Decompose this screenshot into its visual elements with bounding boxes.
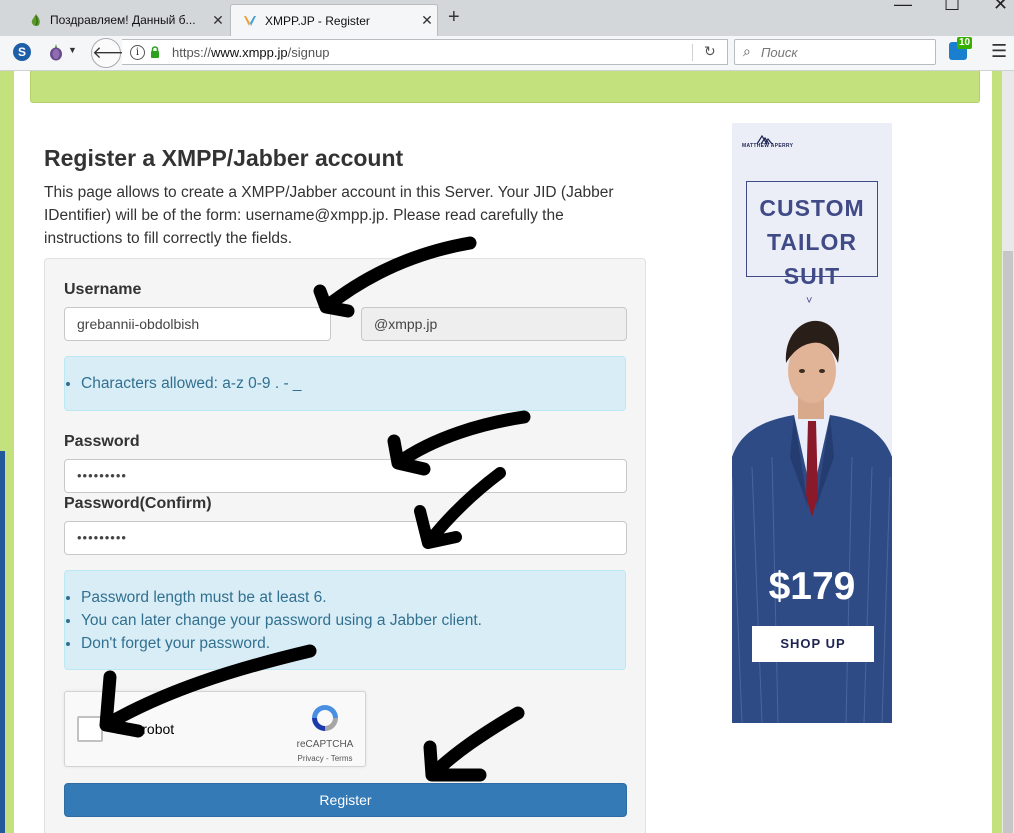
recaptcha-links[interactable]: Privacy - Terms <box>285 754 365 763</box>
minimize-icon[interactable]: — <box>894 0 912 15</box>
tab-close-icon[interactable]: ✕ <box>208 12 228 29</box>
xmpp-tab-icon <box>244 15 256 26</box>
username-input[interactable]: grebannii-obdolbish <box>64 307 331 341</box>
url-bar[interactable]: i https://www.xmpp.jp/signup ↻ <box>122 39 728 65</box>
scrollbar-thumb[interactable] <box>1003 251 1013 833</box>
onion-tab-icon <box>31 14 40 27</box>
intro-text: This page allows to create a XMPP/Jabber… <box>44 184 614 247</box>
navigation-toolbar: S ▼ 🡐 i https://www.xmpp.jp/signup ↻ ⌕ П… <box>0 36 1014 71</box>
main-content: Register a XMPP/Jabber account This page… <box>14 71 992 833</box>
password-hints: Password length must be at least 6. You … <box>64 570 626 670</box>
back-button[interactable]: 🡐 <box>91 38 138 68</box>
url-divider <box>692 44 693 61</box>
ad-brand: MATTHEW APERRY <box>742 143 794 149</box>
chevron-down-icon[interactable]: ▼ <box>68 45 77 55</box>
tab-title: Поздравляем! Данный б... <box>50 13 196 27</box>
password-confirm-label: Password(Confirm) <box>64 495 212 512</box>
ad-headline-line: TAILOR <box>767 229 857 255</box>
window-close-icon[interactable]: ✕ <box>993 0 1008 15</box>
page-title: Register a XMPP/Jabber account <box>44 145 404 171</box>
extension-badge: 10 <box>957 37 973 49</box>
search-bar[interactable]: ⌕ Поиск <box>734 39 936 65</box>
advertisement-banner[interactable]: MATTHEW APERRY CUSTOM TAILOR SUIT ˅ $179… <box>732 123 892 723</box>
page-scrollbar[interactable] <box>1002 71 1014 833</box>
domain-field: @xmpp.jp <box>361 307 627 341</box>
tab-bar: Поздравляем! Данный б... ✕ XMPP.JP - Reg… <box>0 0 1014 36</box>
info-icon[interactable]: i <box>130 45 145 60</box>
recaptcha-label: ot a robot <box>115 721 175 737</box>
username-hint: Characters allowed: a-z 0-9 . - _ <box>64 356 626 411</box>
page-viewport: Register a XMPP/Jabber account This page… <box>0 71 1014 833</box>
success-alert <box>30 71 980 103</box>
hint-item: Password length must be at least 6. <box>81 586 625 609</box>
hint-item: Characters allowed: a-z 0-9 . - _ <box>81 372 625 395</box>
search-placeholder: Поиск <box>761 45 798 60</box>
new-tab-button[interactable]: + <box>448 6 460 29</box>
tab-active[interactable]: XMPP.JP - Register ✕ <box>230 4 438 36</box>
password-confirm-input[interactable]: ••••••••• <box>64 521 627 555</box>
ad-price: $179 <box>768 565 856 608</box>
ad-headline-line: CUSTOM <box>759 195 865 221</box>
recaptcha-widget: ot a robot reCAPTCHA Privacy - Terms <box>64 691 366 767</box>
reload-icon[interactable]: ↻ <box>704 43 716 60</box>
tab-inactive[interactable]: Поздравляем! Данный б... ✕ <box>20 4 228 36</box>
ad-headline: CUSTOM TAILOR SUIT <box>746 191 878 293</box>
recaptcha-brand: reCAPTCHA <box>296 739 354 750</box>
chevron-down-icon: ˅ <box>806 295 813 307</box>
hamburger-menu-icon[interactable]: ☰ <box>991 41 1007 62</box>
username-label: Username <box>64 281 142 298</box>
page-left-border <box>0 71 14 833</box>
register-form: Username grebannii-obdolbish @xmpp.jp Ch… <box>44 258 646 833</box>
search-icon: ⌕ <box>743 43 751 59</box>
password-input[interactable]: ••••••••• <box>64 459 627 493</box>
tor-onion-icon[interactable] <box>48 43 64 61</box>
hint-item: Don't forget your password. <box>81 632 625 655</box>
lock-icon <box>151 46 159 58</box>
tab-title: XMPP.JP - Register <box>265 13 370 28</box>
ad-headline-line: SUIT <box>783 263 841 289</box>
url-text[interactable]: https://www.xmpp.jp/signup <box>172 45 330 60</box>
tab-close-icon[interactable]: ✕ <box>417 12 437 29</box>
shop-up-button[interactable]: SHOP UP <box>752 626 874 662</box>
s-extension-icon[interactable]: S <box>13 43 31 61</box>
maximize-icon[interactable]: ☐ <box>944 0 960 15</box>
password-label: Password <box>64 433 140 450</box>
recaptcha-logo-icon <box>312 705 338 731</box>
hint-item: You can later change your password using… <box>81 609 625 632</box>
recaptcha-checkbox[interactable] <box>77 716 103 742</box>
register-button[interactable]: Register <box>64 783 627 817</box>
